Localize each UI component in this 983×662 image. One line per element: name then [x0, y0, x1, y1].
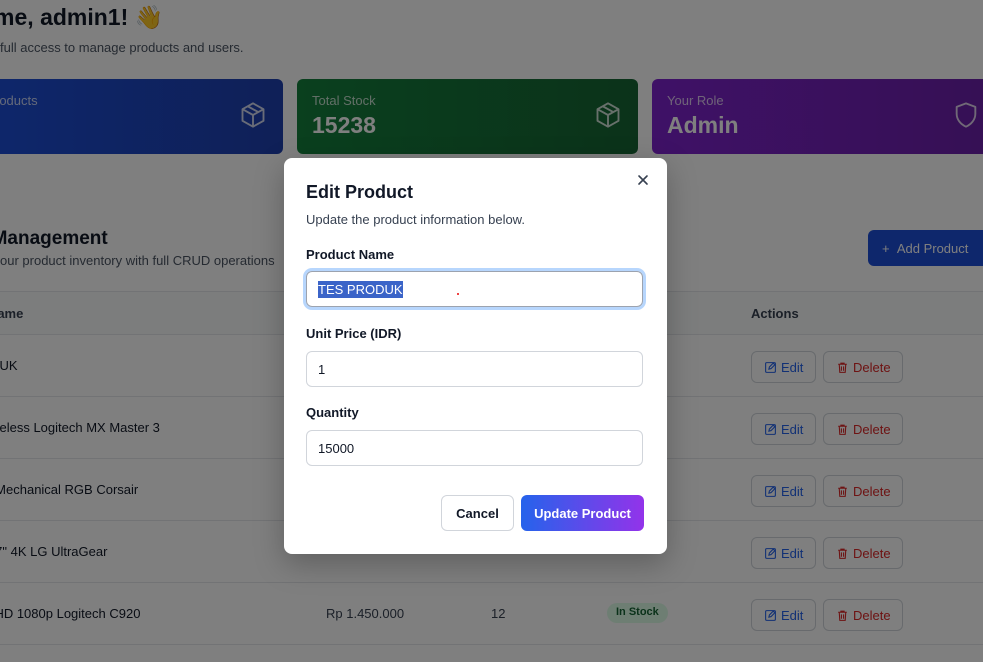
cursor-marker [457, 293, 459, 295]
quantity-label: Quantity [306, 405, 359, 420]
cancel-button[interactable]: Cancel [441, 495, 514, 531]
product-name-label: Product Name [306, 247, 395, 262]
dialog-description: Update the product information below. [306, 212, 525, 227]
edit-product-dialog: Edit Product Update the product informat… [284, 158, 667, 554]
close-icon[interactable] [635, 172, 651, 188]
dialog-title: Edit Product [306, 182, 413, 202]
unit-price-label: Unit Price (IDR) [306, 326, 402, 341]
update-product-button[interactable]: Update Product [521, 495, 644, 531]
product-name-input[interactable]: TES PRODUK [306, 271, 643, 307]
product-name-value: TES PRODUK [318, 281, 403, 298]
quantity-input[interactable] [306, 430, 643, 466]
unit-price-input[interactable] [306, 351, 643, 387]
